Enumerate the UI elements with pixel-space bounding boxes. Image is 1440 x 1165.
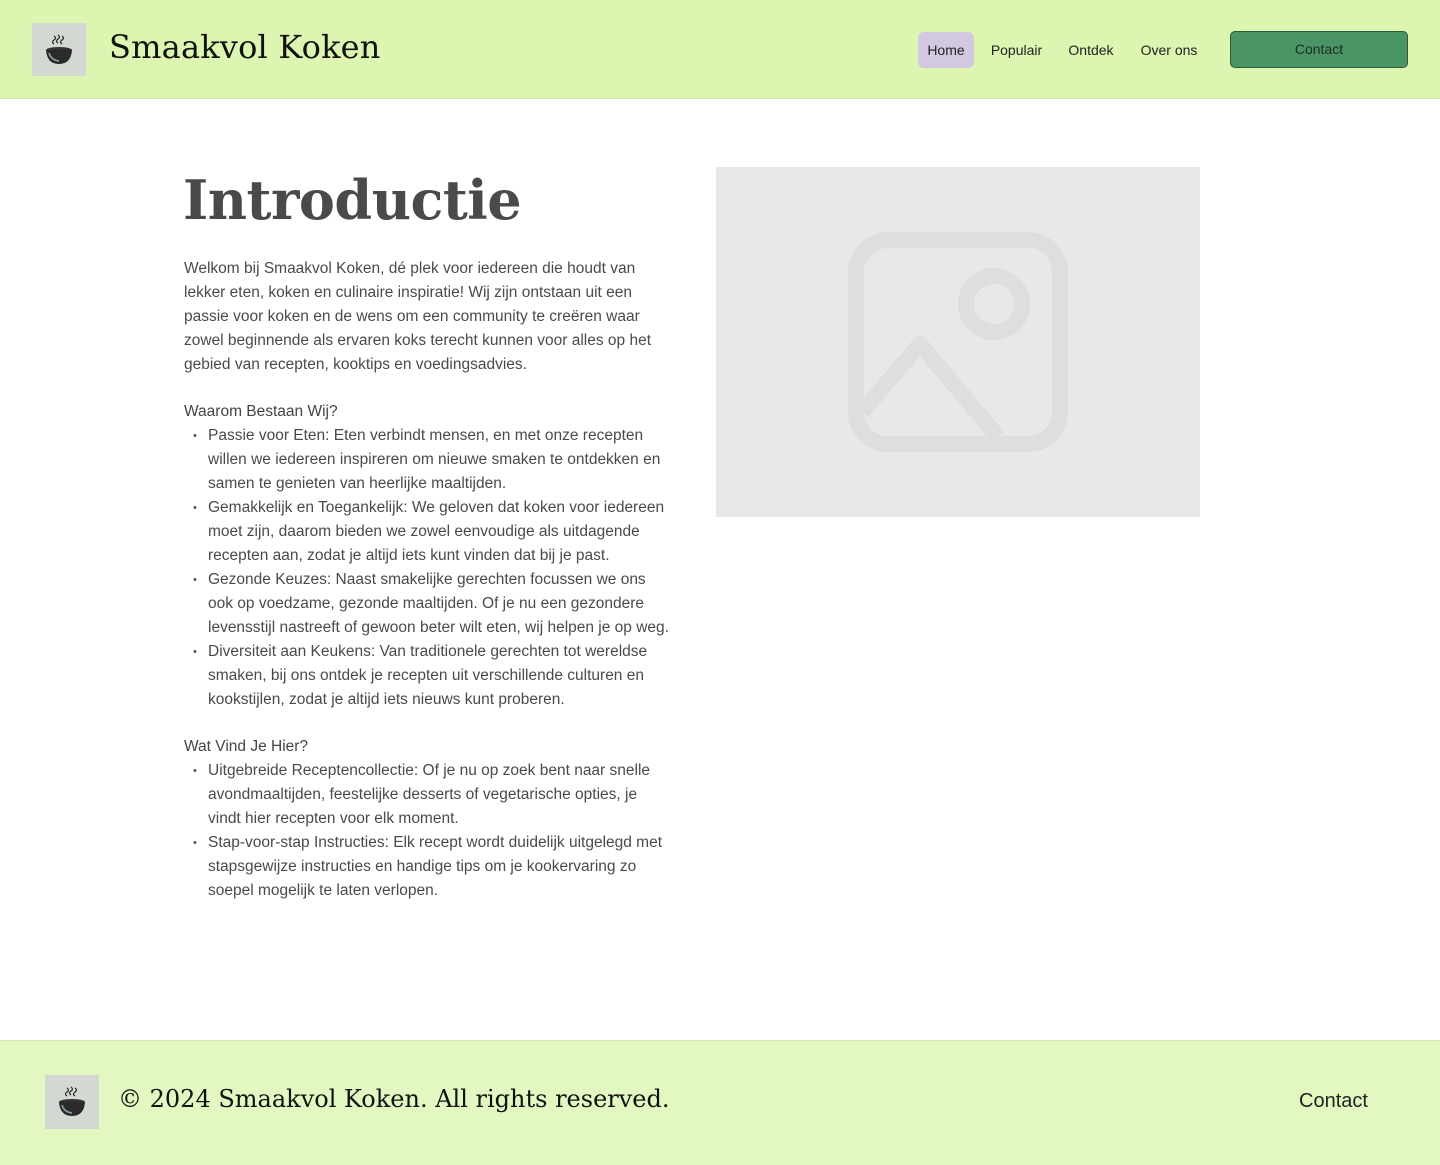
- contact-button[interactable]: Contact: [1230, 31, 1408, 68]
- steaming-bowl-icon: [59, 1086, 85, 1116]
- nav-ontdek[interactable]: Ontdek: [1062, 32, 1120, 68]
- logo[interactable]: [32, 23, 86, 76]
- what-list: Uitgebreide Receptencollectie: Of je nu …: [184, 759, 674, 903]
- nav-over-ons[interactable]: Over ons: [1134, 32, 1204, 68]
- nav-populair[interactable]: Populair: [984, 32, 1049, 68]
- nav-home[interactable]: Home: [918, 32, 974, 68]
- intro-paragraph: Welkom bij Smaakvol Koken, dé plek voor …: [184, 260, 652, 373]
- steaming-bowl-icon: [46, 34, 72, 64]
- copyright-text: © 2024 Smaakvol Koken. All rights reserv…: [118, 1085, 670, 1113]
- list-item: Diversiteit aan Keukens: Van traditionel…: [184, 640, 674, 712]
- list-item: Passie voor Eten: Eten verbindt mensen, …: [184, 424, 674, 496]
- site-footer: © 2024 Smaakvol Koken. All rights reserv…: [0, 1040, 1440, 1165]
- why-list: Passie voor Eten: Eten verbindt mensen, …: [184, 424, 674, 712]
- site-header: Smaakvol Koken Home Populair Ontdek Over…: [0, 0, 1440, 99]
- intro-content: Welkom bij Smaakvol Koken, dé plek voor …: [184, 257, 674, 926]
- section-heading-what: Wat Vind Je Hier?: [184, 738, 309, 755]
- image-placeholder-icon: [848, 232, 1068, 452]
- list-item: Uitgebreide Receptencollectie: Of je nu …: [184, 759, 674, 831]
- list-item: Gemakkelijk en Toegankelijk: We geloven …: [184, 496, 674, 568]
- brand-name[interactable]: Smaakvol Koken: [109, 28, 381, 66]
- list-item: Stap-voor-stap Instructies: Elk recept w…: [184, 831, 674, 903]
- footer-logo[interactable]: [45, 1075, 99, 1129]
- page-title: Introductie: [183, 168, 522, 232]
- footer-contact-link[interactable]: Contact: [1299, 1090, 1368, 1113]
- list-item: Gezonde Keuzes: Naast smakelijke gerecht…: [184, 568, 674, 640]
- section-heading-why: Waarom Bestaan Wij?: [184, 403, 338, 420]
- hero-image: [716, 167, 1200, 517]
